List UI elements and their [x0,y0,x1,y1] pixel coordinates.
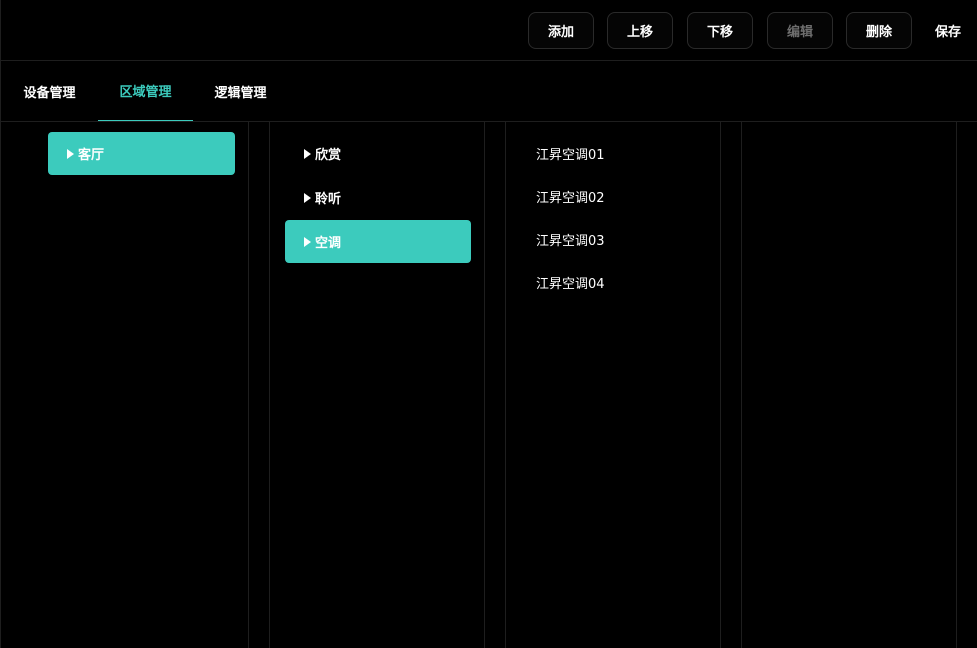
move-down-button[interactable]: 下移 [687,12,753,49]
delete-button[interactable]: 删除 [846,12,912,49]
device-item[interactable]: 江昇空调01 [536,143,605,163]
caret-right-icon [304,148,311,159]
device-item[interactable]: 江昇空调02 [536,186,605,206]
group-item-air-conditioner[interactable]: 空调 [285,220,471,263]
group-item-label: 空调 [315,236,342,251]
tab-bar: 设备管理 区域管理 逻辑管理 [1,61,977,122]
group-item-appreciate[interactable]: 欣赏 [285,132,471,175]
area-item-living-room[interactable]: 客厅 [48,132,235,175]
tab-device-management[interactable]: 设备管理 [1,61,98,121]
group-item-listen[interactable]: 聆听 [285,176,471,219]
column-divider [956,122,957,648]
group-item-label: 聆听 [315,192,342,207]
caret-right-icon [304,236,311,247]
tab-logic-management[interactable]: 逻辑管理 [193,61,288,121]
group-item-label: 欣赏 [315,148,342,163]
column-divider [248,122,249,648]
toolbar: 添加 上移 下移 编辑 删除 保存 [1,0,977,61]
device-item[interactable]: 江昇空调03 [536,229,605,249]
column-divider [505,122,506,648]
caret-right-icon [67,148,74,159]
column-divider [741,122,742,648]
device-item[interactable]: 江昇空调04 [536,272,605,292]
move-up-button[interactable]: 上移 [607,12,673,49]
column-divider [484,122,485,648]
caret-right-icon [304,192,311,203]
column-divider [720,122,721,648]
edit-button[interactable]: 编辑 [767,12,833,49]
tab-area-management[interactable]: 区域管理 [98,61,193,121]
save-button[interactable]: 保存 [935,12,961,49]
column-divider [269,122,270,648]
app-window: 添加 上移 下移 编辑 删除 保存 设备管理 区域管理 逻辑管理 客厅 欣赏 聆… [0,0,977,648]
add-button[interactable]: 添加 [528,12,594,49]
area-item-label: 客厅 [78,148,105,163]
